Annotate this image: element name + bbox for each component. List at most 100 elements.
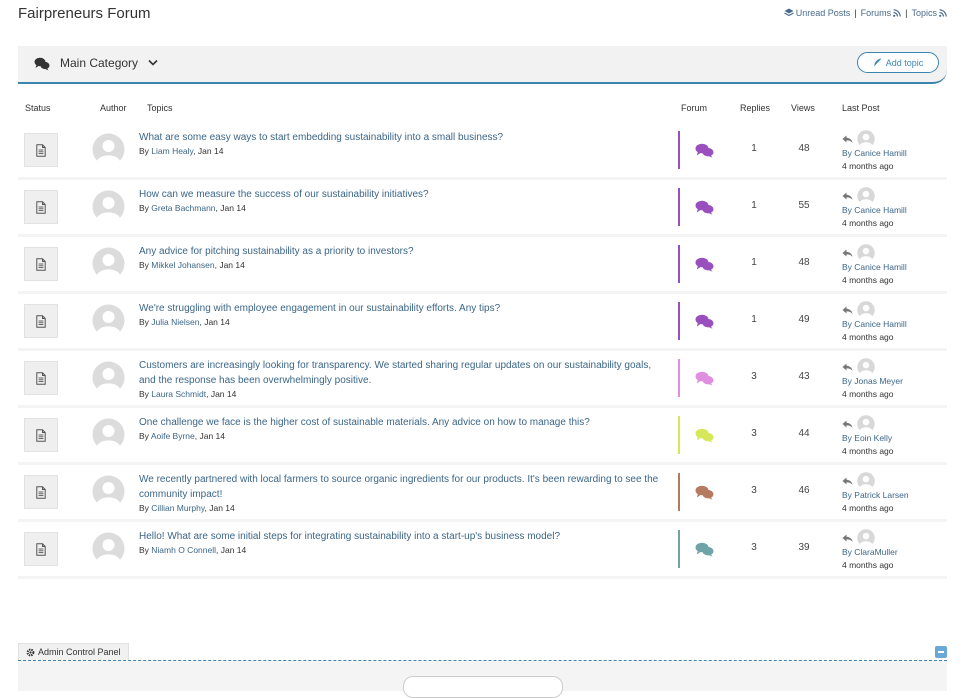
avatar[interactable] [92,361,125,394]
avatar[interactable] [92,190,125,223]
rss-icon [893,9,901,17]
topic-author[interactable]: Niamh O Connell [151,545,216,555]
avatar[interactable] [92,247,125,280]
topic-list: What are some easy ways to start embeddi… [18,123,947,579]
view-count: 55 [798,200,810,211]
top-links: Unread Posts | Forums | Topics [783,8,947,18]
reply-icon[interactable] [842,135,853,144]
last-post-author[interactable]: By Patrick Larsen [842,490,942,500]
topics-link[interactable]: Topics [911,8,947,18]
forums-link[interactable]: Forums [861,8,902,18]
category-name[interactable]: Main Category [60,56,138,70]
topic-author[interactable]: Greta Bachmann [151,203,215,213]
avatar[interactable] [857,472,875,490]
last-post: By ClaraMuller 4 months ago [842,529,942,570]
minimize-icon[interactable] [935,646,947,658]
admin-panel-button[interactable] [403,676,563,698]
view-count: 49 [798,314,810,325]
last-post-author[interactable]: By Canice Hamill [842,319,942,329]
last-post-time: 4 months ago [842,218,894,228]
view-count: 48 [798,257,810,268]
last-post-author[interactable]: By Canice Hamill [842,148,942,158]
topic-date: , Jan 14 [206,389,237,399]
col-forum: Forum [681,103,708,113]
topic-by: By [139,545,152,555]
forum-icon[interactable] [695,200,714,215]
forum-icon[interactable] [695,428,714,443]
topic-title[interactable]: Any advice for pitching sustainability a… [139,244,659,259]
last-post-author[interactable]: By Canice Hamill [842,262,942,272]
last-post-time: 4 months ago [842,446,894,456]
reply-icon[interactable] [842,420,853,429]
avatar[interactable] [92,304,125,337]
topic-title[interactable]: How can we measure the success of our su… [139,187,659,202]
topic-by: By [139,203,152,213]
table-row: Hello! What are some initial steps for i… [18,522,947,579]
reply-icon[interactable] [842,363,853,372]
last-post-author[interactable]: By Jonas Meyer [842,376,942,386]
avatar[interactable] [857,244,875,262]
document-icon [36,371,46,385]
avatar[interactable] [857,301,875,319]
topic-meta: By Laura Schmidt, Jan 14 [139,389,659,399]
last-post-time: 4 months ago [842,503,894,513]
last-post-author[interactable]: By ClaraMuller [842,547,942,557]
topic-by: By [139,260,152,270]
avatar[interactable] [857,130,875,148]
avatar[interactable] [92,418,125,451]
topic-author[interactable]: Julia Nielsen [151,317,199,327]
avatar[interactable] [857,187,875,205]
forum-icon[interactable] [695,542,714,557]
document-icon [36,143,46,157]
document-icon [36,200,46,214]
topic-cell: What are some easy ways to start embeddi… [139,130,659,156]
topic-title[interactable]: What are some easy ways to start embeddi… [139,130,659,145]
topic-author[interactable]: Cillian Murphy [151,503,204,513]
reply-icon[interactable] [842,306,853,315]
last-post: By Jonas Meyer 4 months ago [842,358,942,399]
avatar[interactable] [857,358,875,376]
forum-icon[interactable] [695,143,714,158]
reply-icon[interactable] [842,192,853,201]
topic-date: , Jan 14 [204,503,235,513]
topic-title[interactable]: We recently partnered with local farmers… [139,472,659,502]
avatar[interactable] [857,529,875,547]
topic-author[interactable]: Aoife Byrne [151,431,195,441]
topic-status [24,247,58,281]
forum-icon[interactable] [695,314,714,329]
avatar[interactable] [92,475,125,508]
topic-status [24,190,58,224]
table-row: One challenge we face is the higher cost… [18,408,947,465]
add-topic-button[interactable]: Add topic [857,52,939,73]
topic-author[interactable]: Mikkel Johansen [151,260,214,270]
avatar[interactable] [92,532,125,565]
topic-by: By [139,503,152,513]
topic-title[interactable]: Hello! What are some initial steps for i… [139,529,659,544]
reply-icon[interactable] [842,477,853,486]
table-row: We recently partnered with local farmers… [18,465,947,522]
topics-label: Topics [911,8,937,18]
topic-title[interactable]: One challenge we face is the higher cost… [139,415,659,430]
last-post-author[interactable]: By Eoin Kelly [842,433,942,443]
avatar[interactable] [857,415,875,433]
forum-color-bar [678,245,680,283]
avatar[interactable] [92,133,125,166]
topic-author[interactable]: Liam Healy [151,146,193,156]
reply-icon[interactable] [842,534,853,543]
forum-icon[interactable] [695,257,714,272]
topic-title[interactable]: We're struggling with employee engagemen… [139,301,659,316]
topic-cell: One challenge we face is the higher cost… [139,415,659,441]
forum-icon[interactable] [695,371,714,386]
topic-title[interactable]: Customers are increasingly looking for t… [139,358,659,388]
category-bar: Main Category Add topic [18,46,947,84]
topic-author[interactable]: Laura Schmidt [151,389,206,399]
chevron-down-icon[interactable] [148,59,158,67]
last-post-author[interactable]: By Canice Hamill [842,205,942,215]
reply-icon[interactable] [842,249,853,258]
admin-control-panel-tab[interactable]: Admin Control Panel [18,643,129,660]
reply-count: 3 [751,428,757,439]
forum-color-bar [678,530,680,568]
topic-date: , Jan 14 [193,146,224,156]
unread-posts-link[interactable]: Unread Posts [783,8,850,18]
forum-icon[interactable] [695,485,714,500]
